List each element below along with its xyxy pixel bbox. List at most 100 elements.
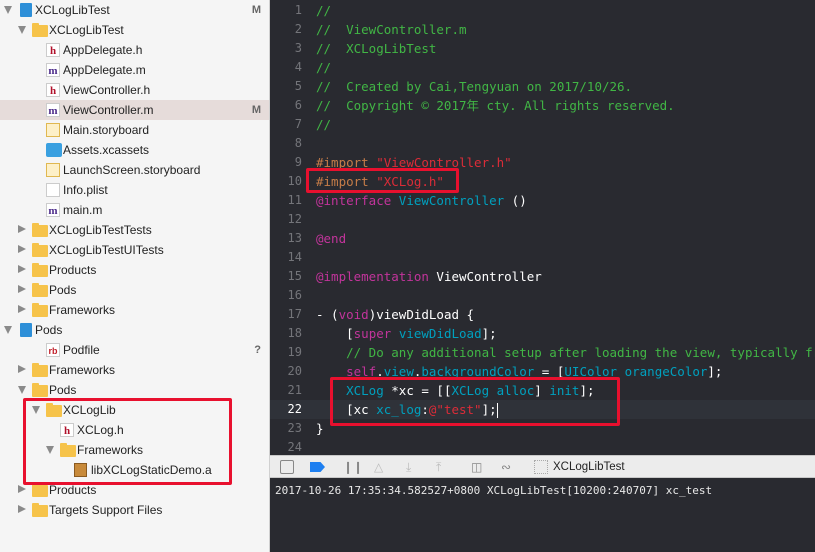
disclosure-open-icon[interactable] (4, 326, 12, 334)
navigator-item[interactable]: XCLogLibTestTests (0, 220, 269, 240)
code-text: // ViewController.m (316, 20, 467, 39)
breakpoints-icon[interactable] (310, 462, 325, 472)
code-line[interactable]: 4 // (270, 58, 815, 77)
navigator-item[interactable]: m ViewController.m M (0, 100, 269, 120)
navigator-item[interactable]: XCLogLibTestUITests (0, 240, 269, 260)
disclosure-closed-icon[interactable] (18, 225, 26, 233)
navigator-item[interactable]: Info.plist (0, 180, 269, 200)
navigator-item[interactable]: m main.m (0, 200, 269, 220)
navigator-item[interactable]: Frameworks (0, 300, 269, 320)
navigator-item-label: Assets.xcassets (63, 143, 150, 157)
code-line[interactable]: 11 @interface ViewController () (270, 191, 815, 210)
navigator-item[interactable]: Pods (0, 280, 269, 300)
code-line[interactable]: 3 // XCLogLibTest (270, 39, 815, 58)
navigator-item[interactable]: Assets.xcassets (0, 140, 269, 160)
target-label[interactable]: XCLogLibTest (553, 460, 625, 474)
code-line[interactable]: 24 (270, 438, 815, 455)
code-line[interactable]: 14 (270, 248, 815, 267)
pause-icon[interactable]: ❙❙ (343, 460, 363, 474)
navigator-item[interactable]: Main.storyboard (0, 120, 269, 140)
disclosure-closed-icon[interactable] (18, 505, 26, 513)
folder-icon (32, 503, 48, 517)
code-line[interactable]: 13 @end (270, 229, 815, 248)
line-number: 20 (287, 364, 302, 378)
code-line[interactable]: 19 // Do any additional setup after load… (270, 343, 815, 362)
code-text: // (316, 115, 331, 134)
navigator-item-label: Pods (49, 383, 77, 397)
step-over-icon[interactable]: △ (374, 460, 383, 474)
code-line[interactable]: 7 // (270, 115, 815, 134)
code-token: void (338, 307, 369, 322)
code-token: @implementation (316, 269, 437, 284)
project-icon (20, 3, 32, 17)
disclosure-closed-icon[interactable] (18, 485, 26, 493)
code-line[interactable]: 16 (270, 286, 815, 305)
navigator-item[interactable]: LaunchScreen.storyboard (0, 160, 269, 180)
code-line[interactable]: 8 (270, 134, 815, 153)
navigator-item-label: Pods (35, 323, 63, 337)
code-text: // (316, 1, 331, 20)
code-line[interactable]: 17 - (void)viewDidLoad { (270, 305, 815, 324)
navigator-item[interactable]: m AppDelegate.m (0, 60, 269, 80)
navigator-item[interactable]: Products (0, 260, 269, 280)
navigator-item[interactable]: Frameworks (0, 360, 269, 380)
line-number: 13 (287, 231, 302, 245)
simulate-location-icon[interactable] (534, 460, 548, 474)
ruby-icon: rb (46, 343, 60, 357)
navigator-item-label: Targets Support Files (49, 503, 163, 517)
navigator-item-label: main.m (63, 203, 103, 217)
memory-graph-icon[interactable]: ∾ (501, 460, 511, 474)
navigator-item[interactable]: XCLogLibTest M (0, 0, 269, 20)
console-line: 2017-10-26 17:35:34.582527+0800 XCLogLib… (275, 484, 713, 497)
navigator-item[interactable]: XCLogLibTest (0, 20, 269, 40)
navigator-item[interactable]: rb Podfile? (0, 340, 269, 360)
line-number: 3 (294, 41, 302, 55)
line-number: 10 (287, 174, 302, 188)
disclosure-open-icon[interactable] (18, 26, 26, 34)
m-icon: m (46, 63, 60, 77)
step-into-icon[interactable]: ⤓ (406, 460, 411, 474)
step-out-icon[interactable]: ⤒ (436, 460, 441, 474)
navigator-item-label: ViewController.m (63, 103, 154, 117)
navigator-item-label: AppDelegate.h (63, 43, 143, 57)
console-output[interactable]: 2017-10-26 17:35:34.582527+0800 XCLogLib… (270, 478, 815, 552)
code-line[interactable]: 1 // (270, 1, 815, 20)
code-token: viewDidLoad (398, 326, 482, 341)
disclosure-closed-icon[interactable] (18, 265, 26, 273)
navigator-item-label: Podfile (63, 343, 100, 357)
view-hierarchy-icon[interactable]: ◫ (471, 460, 482, 474)
line-number: 24 (287, 440, 302, 454)
navigator-item[interactable]: Targets Support Files (0, 500, 269, 520)
code-token: // (316, 60, 332, 75)
code-line[interactable]: 15 @implementation ViewController (270, 267, 815, 286)
disclosure-closed-icon[interactable] (18, 245, 26, 253)
code-text: // XCLogLibTest (316, 39, 436, 58)
code-line[interactable]: 2 // ViewController.m (270, 20, 815, 39)
disclosure-closed-icon[interactable] (18, 365, 26, 373)
disclosure-closed-icon[interactable] (18, 305, 26, 313)
scm-status-badge: ? (254, 344, 261, 356)
code-line[interactable]: 12 (270, 210, 815, 229)
code-line[interactable]: 18 [super viewDidLoad]; (270, 324, 815, 343)
code-token: // (316, 117, 332, 132)
code-token: super (353, 326, 392, 341)
disclosure-open-icon[interactable] (18, 386, 26, 394)
navigator-item[interactable]: Pods (0, 380, 269, 400)
hide-debug-area-icon[interactable] (280, 460, 294, 474)
m-icon: m (46, 103, 60, 117)
navigator-item[interactable]: h AppDelegate.h (0, 40, 269, 60)
line-number: 17 (287, 307, 302, 321)
code-line[interactable]: 5 // Created by Cai,Tengyuan on 2017/10/2… (270, 77, 815, 96)
disclosure-closed-icon[interactable] (18, 285, 26, 293)
navigator-item[interactable]: Pods (0, 320, 269, 340)
navigator-item[interactable]: h ViewController.h (0, 80, 269, 100)
disclosure-open-icon[interactable] (4, 6, 12, 14)
code-text: } (316, 419, 324, 438)
code-token: ]; (481, 326, 497, 341)
navigator-item-label: Main.storyboard (63, 123, 150, 137)
navigator-item-label: Frameworks (49, 303, 116, 317)
code-token: )viewDidLoad { (368, 307, 475, 322)
navigator-item-label: XCLogLibTestTests (49, 223, 152, 237)
code-line[interactable]: 6 // Copyright © 2017年 cty. All rights re… (270, 96, 815, 115)
code-token: // ViewController.m (316, 22, 467, 37)
